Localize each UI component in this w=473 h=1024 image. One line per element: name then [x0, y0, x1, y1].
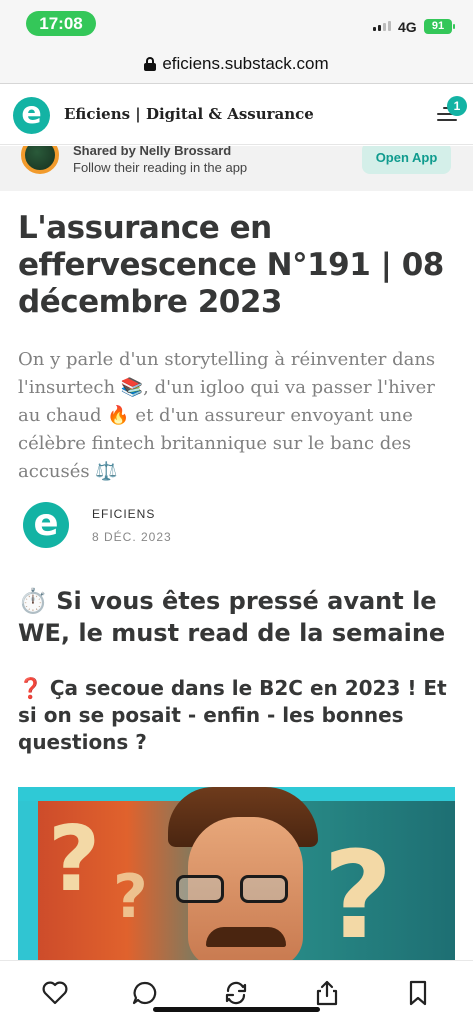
signal-icon [373, 21, 391, 31]
notification-badge: 1 [447, 96, 467, 116]
network-type: 4G [398, 19, 417, 35]
lock-icon [144, 57, 157, 71]
bottom-toolbar [0, 960, 473, 1024]
shared-by-label: Shared by Nelly Brossard [73, 146, 232, 158]
shared-by-subtitle: Follow their reading in the app [73, 160, 248, 175]
home-indicator [153, 1007, 320, 1012]
publication-logo[interactable]: e [13, 97, 50, 134]
status-time: 17:08 [26, 11, 96, 36]
battery-icon: 91 [424, 19, 455, 34]
article-subheading-text: Ça secoue dans le B2C en 2023 ! Et si on… [18, 676, 447, 754]
status-bar: 17:08 4G 91 [0, 0, 473, 44]
bookmark-icon[interactable] [404, 979, 432, 1007]
url-bar[interactable]: eficiens.substack.com [0, 44, 473, 84]
restack-icon[interactable] [222, 979, 250, 1007]
site-header: e Eficiens | Digital & Assurance [0, 85, 473, 145]
sharer-avatar [21, 146, 59, 174]
url-text[interactable]: eficiens.substack.com [162, 54, 328, 74]
section-heading: ⏱️ Si vous êtes pressé avant le WE, le m… [18, 587, 446, 647]
article-subtitle: On y parle d'un storytelling à réinvente… [18, 349, 436, 482]
comment-icon[interactable] [131, 979, 159, 1007]
battery-level: 91 [431, 20, 445, 32]
open-app-button[interactable]: Open App [362, 146, 451, 174]
article-subheading: ❓ Ça secoue dans le B2C en 2023 ! Et si … [18, 675, 458, 756]
like-icon[interactable] [41, 979, 69, 1007]
author-avatar[interactable]: e [23, 502, 69, 548]
article-illustration: ? ? ? [18, 787, 455, 960]
publish-date: 8 DÉC. 2023 [92, 530, 172, 544]
logo-letter: e [21, 96, 42, 131]
article-title: L'assurance en effervescence N°191 | 08 … [18, 210, 444, 320]
shared-by-banner: Shared by Nelly Brossard Follow their re… [0, 146, 473, 191]
author-avatar-letter: e [33, 501, 59, 544]
author-name[interactable]: EFICIENS [92, 507, 155, 521]
share-icon[interactable] [313, 979, 341, 1007]
publication-name[interactable]: Eficiens | Digital & Assurance [64, 105, 314, 123]
question-mark-icon: ❓ [18, 676, 43, 700]
